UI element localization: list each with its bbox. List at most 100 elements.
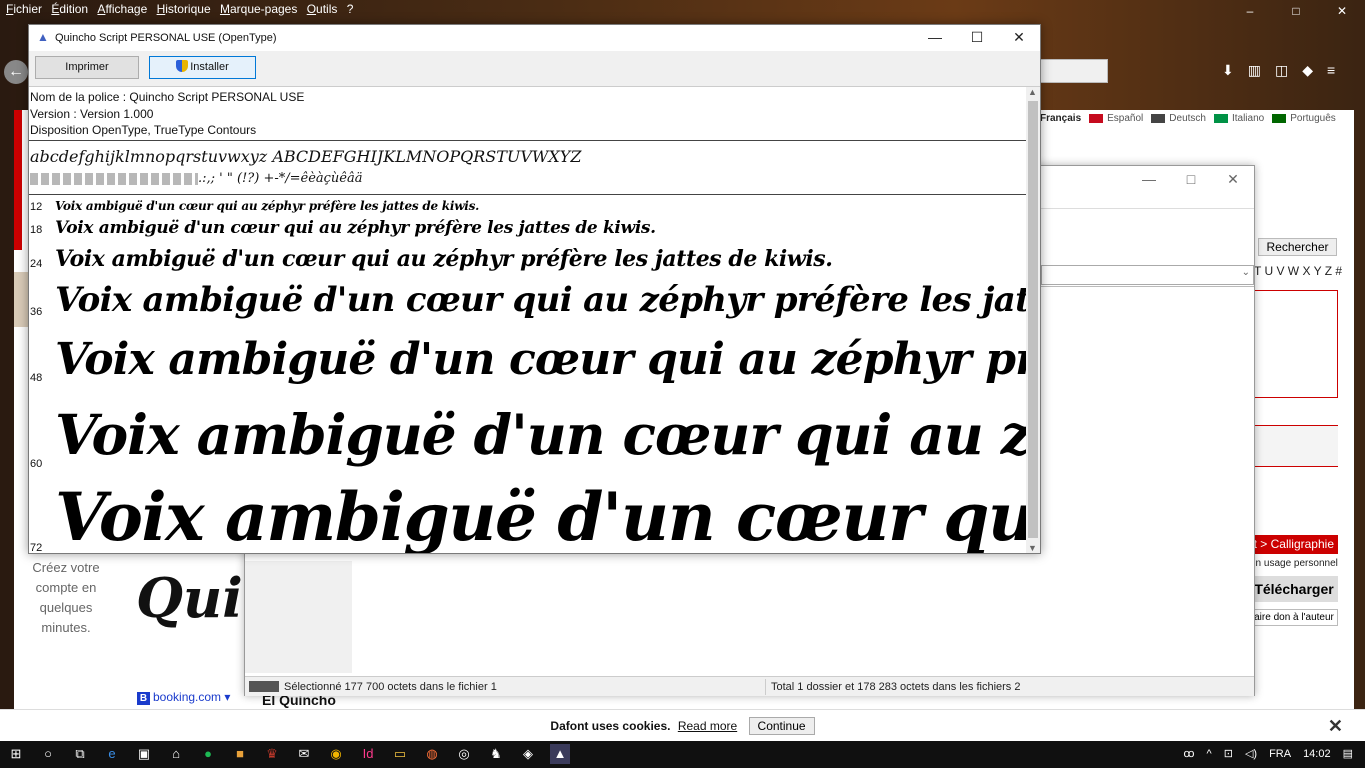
- close-button[interactable]: ✕: [1319, 0, 1365, 22]
- volume-icon[interactable]: ◁): [1245, 741, 1257, 768]
- print-button[interactable]: Imprimer: [35, 56, 139, 79]
- menu-fichier[interactable]: Fichier: [6, 0, 42, 18]
- sidebar-icon[interactable]: ◫: [1275, 62, 1288, 79]
- scroll-down-icon[interactable]: ▼: [1028, 543, 1037, 553]
- folder-icon[interactable]: ▭: [390, 744, 410, 764]
- booking-logo-icon: B: [137, 692, 150, 705]
- home-icon[interactable]: ⌂: [166, 744, 186, 764]
- size-row-48: 48 Voix ambiguë d'un cœur qui au zéphyr …: [30, 334, 1026, 385]
- category-tag[interactable]: t > Calligraphie: [1245, 535, 1338, 554]
- menu-edition[interactable]: Édition: [51, 0, 88, 18]
- minimize-button[interactable]: –: [1227, 0, 1273, 22]
- font-app-icon[interactable]: ▲: [550, 744, 570, 764]
- lang-espanol[interactable]: Español: [1089, 113, 1143, 124]
- app-icon[interactable]: ■: [230, 744, 250, 764]
- status-selected: Sélectionné 177 700 octets dans le fichi…: [284, 681, 497, 693]
- maximize-button[interactable]: ☐: [956, 25, 998, 49]
- path-combobox[interactable]: ⌄: [1041, 265, 1254, 285]
- network-icon[interactable]: ⊡: [1224, 741, 1233, 768]
- maximize-button[interactable]: □: [1170, 166, 1212, 192]
- maximize-button[interactable]: □: [1273, 0, 1319, 22]
- window-title: Quincho Script PERSONAL USE (OpenType): [55, 32, 277, 44]
- input-language[interactable]: FRA: [1269, 741, 1291, 768]
- cookie-message: Dafont uses cookies.: [550, 719, 671, 733]
- size-row-36: 36 Voix ambiguë d'un cœur qui au zéphyr …: [30, 280, 1026, 320]
- vertical-scrollbar[interactable]: ▲ ▼: [1026, 87, 1040, 553]
- lang-francais[interactable]: Français: [1040, 113, 1081, 124]
- spotify-icon[interactable]: ●: [198, 744, 218, 764]
- alphabet-index[interactable]: T U V W X Y Z #: [1254, 264, 1342, 278]
- alphabet-sample: abcdefghijklmnopqrstuvwxyz ABCDEFGHIJKLM…: [30, 147, 582, 166]
- download-icon[interactable]: ⬇: [1222, 62, 1234, 79]
- notification-icon[interactable]: ▤: [1343, 741, 1353, 768]
- placeholder-glyphs: [30, 172, 198, 185]
- divider: [765, 679, 766, 695]
- lang-deutsch[interactable]: Deutsch: [1151, 113, 1206, 124]
- url-bar[interactable]: [1040, 59, 1108, 83]
- app-icon[interactable]: ♞: [486, 744, 506, 764]
- minimize-button[interactable]: —: [914, 25, 956, 49]
- scroll-up-icon[interactable]: ▲: [1028, 87, 1037, 97]
- continue-button[interactable]: Continue: [748, 717, 815, 735]
- menu-marque-pages[interactable]: Marque-pages: [220, 0, 297, 18]
- menu-historique[interactable]: Historique: [157, 0, 211, 18]
- close-icon[interactable]: ✕: [1328, 710, 1343, 742]
- language-selector: Français Español Deutsch Italiano Portug…: [1040, 113, 1336, 124]
- donate-button[interactable]: aire don à l'auteur: [1250, 609, 1338, 626]
- windows-start-icon[interactable]: ⊞: [6, 744, 26, 764]
- menu-help[interactable]: ?: [347, 0, 354, 18]
- shield-icon: [176, 60, 189, 72]
- chevron-up-icon[interactable]: ^: [1207, 741, 1212, 768]
- menu-icon[interactable]: ≡: [1327, 62, 1335, 79]
- clock[interactable]: 14:02: [1303, 741, 1331, 768]
- chrome-icon[interactable]: ◉: [326, 744, 346, 764]
- layout-line: Disposition OpenType, TrueType Contours: [30, 123, 257, 137]
- size-row-60: 60 Voix ambiguë d'un cœur qui au zéphyr …: [30, 402, 1026, 470]
- app-icon[interactable]: ♛: [262, 744, 282, 764]
- indesign-icon[interactable]: Id: [358, 744, 378, 764]
- side-image: [14, 272, 28, 327]
- app-icon[interactable]: ◈: [518, 744, 538, 764]
- extension-icon[interactable]: ◆: [1302, 62, 1313, 79]
- archive-window-controls: — □ ✕: [1128, 166, 1254, 192]
- close-button[interactable]: ✕: [1212, 166, 1254, 192]
- status-total: Total 1 dossier et 178 283 octets dans l…: [771, 681, 1021, 693]
- ad-box: [1254, 290, 1338, 398]
- scroll-thumb[interactable]: [1028, 101, 1038, 538]
- browser-window-controls: – □ ✕: [1227, 0, 1365, 22]
- search-button[interactable]: Rechercher: [1258, 238, 1337, 256]
- font-preview-area: Nom de la police : Quincho Script PERSON…: [29, 87, 1026, 553]
- menu-affichage[interactable]: Affichage: [97, 0, 147, 18]
- lang-portugues[interactable]: Português: [1272, 113, 1336, 124]
- close-button[interactable]: ✕: [998, 25, 1040, 49]
- firefox-icon[interactable]: ◍: [422, 744, 442, 764]
- steam-icon[interactable]: ◎: [454, 744, 474, 764]
- font-viewer-titlebar: ▲ Quincho Script PERSONAL USE (OpenType)…: [29, 25, 1040, 51]
- people-icon[interactable]: ꝏ: [1183, 741, 1194, 768]
- download-button[interactable]: Télécharger: [1250, 576, 1338, 602]
- font-viewer-controls: — ☐ ✕: [914, 25, 1040, 49]
- menu-outils[interactable]: Outils: [307, 0, 338, 18]
- search-icon[interactable]: ○: [38, 744, 58, 764]
- lang-italiano[interactable]: Italiano: [1213, 113, 1264, 124]
- store-icon[interactable]: ▣: [134, 744, 154, 764]
- signup-text[interactable]: Créez votre compte en quelques minutes.: [28, 558, 104, 638]
- size-row-24: 24 Voix ambiguë d'un cœur qui au zéphyr …: [30, 246, 833, 272]
- font-app-icon: ▲: [37, 30, 49, 44]
- divider: [29, 194, 1026, 195]
- chevron-down-icon: ⌄: [1241, 267, 1250, 278]
- side-panel: [245, 561, 352, 673]
- edge-icon[interactable]: e: [102, 744, 122, 764]
- taskbar-apps: ⊞ ○ ⧉ e ▣ ⌂ ● ■ ♛ ✉ ◉ Id ▭ ◍ ◎ ♞ ◈ ▲: [6, 744, 570, 764]
- back-arrow-icon[interactable]: ←: [4, 60, 28, 84]
- mail-icon[interactable]: ✉: [294, 744, 314, 764]
- divider: [1041, 286, 1254, 287]
- library-icon[interactable]: ▥: [1248, 62, 1261, 79]
- booking-link[interactable]: Bbooking.com ▾: [137, 690, 230, 705]
- minimize-button[interactable]: —: [1128, 166, 1170, 192]
- browser-menubar: Fichier Édition Affichage Historique Mar…: [0, 0, 1365, 18]
- system-tray: ꝏ ^ ⊡ ◁) FRA 14:02 ▤: [1183, 741, 1353, 768]
- install-button[interactable]: Installer: [149, 56, 256, 79]
- read-more-link[interactable]: Read more: [678, 719, 737, 733]
- task-view-icon[interactable]: ⧉: [70, 744, 90, 764]
